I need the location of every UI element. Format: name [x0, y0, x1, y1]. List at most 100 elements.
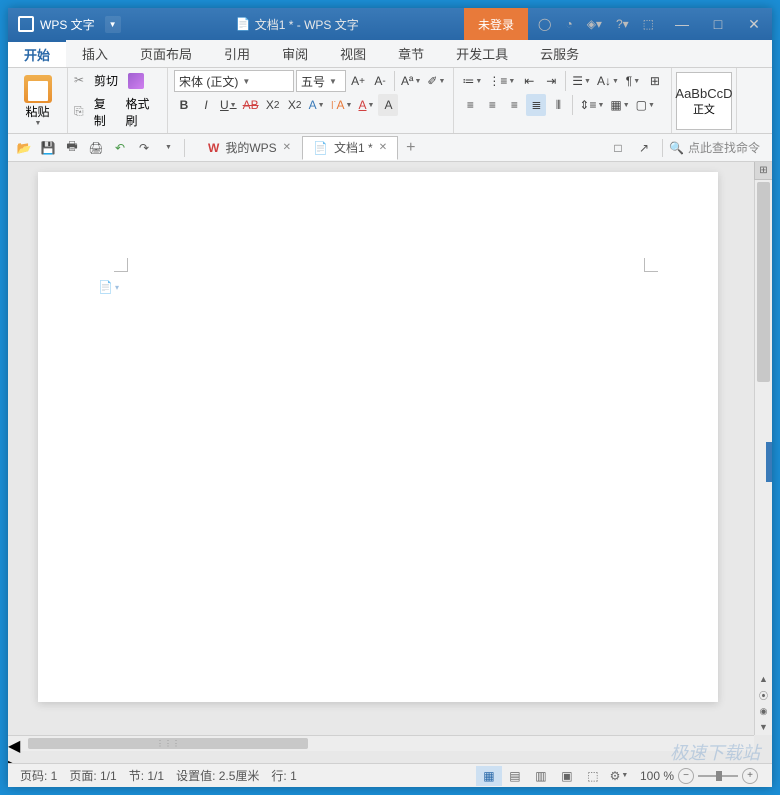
zoom-value[interactable]: 100 %	[640, 769, 674, 783]
status-line[interactable]: 行: 1	[265, 767, 302, 784]
character-shading-button[interactable]: A	[378, 94, 398, 116]
horizontal-scrollbar[interactable]: ◀ ⋮⋮⋮ ▶	[8, 735, 754, 751]
view-web[interactable]: ▥	[528, 766, 554, 786]
scroll-thumb[interactable]	[757, 182, 770, 382]
help-icon[interactable]: ?▾	[610, 13, 635, 35]
redo-button[interactable]: ↷	[132, 137, 156, 159]
fullscreen-icon[interactable]: ⬚	[637, 13, 660, 35]
open-button[interactable]: 📂	[12, 137, 36, 159]
text-direction-button[interactable]: ☰▼	[570, 70, 593, 92]
paste-button[interactable]: 粘贴▼	[24, 75, 52, 127]
bold-button[interactable]: B	[174, 94, 194, 116]
tab-close-icon[interactable]: ✕	[283, 142, 291, 153]
tab-insert[interactable]: 插入	[66, 40, 124, 67]
copy-button[interactable]: ⎘ 复制 格式刷	[72, 93, 163, 131]
status-section[interactable]: 节: 1/1	[123, 767, 170, 784]
scroll-left-icon[interactable]: ◀	[8, 736, 22, 756]
sort-button[interactable]: A↓▼	[595, 70, 621, 92]
app-menu[interactable]: WPS 文字 ▼	[8, 16, 131, 33]
scroll-thumb-h[interactable]: ⋮⋮⋮	[28, 738, 308, 749]
zoom-slider[interactable]	[698, 775, 738, 777]
tabs-button[interactable]: ⊞	[645, 70, 665, 92]
underline-button[interactable]: U▼	[218, 94, 239, 116]
login-button[interactable]: 未登录	[464, 8, 528, 40]
share-button[interactable]: ↗	[632, 137, 656, 159]
cut-button[interactable]: ✂ 剪切	[72, 70, 163, 91]
cloud-icon[interactable]: ◔	[559, 13, 578, 35]
tab-close-icon[interactable]: ✕	[379, 142, 387, 153]
font-color-button[interactable]: A▼	[356, 94, 376, 116]
tab-references[interactable]: 引用	[208, 40, 266, 67]
font-name-combo[interactable]: 宋体 (正文) ▼	[174, 70, 294, 92]
print-button[interactable]: 🖨	[84, 137, 108, 159]
scroll-up-icon[interactable]: ▲	[755, 671, 772, 687]
clear-format-button[interactable]: ✐▼	[425, 70, 447, 92]
shrink-font-button[interactable]: A-	[370, 70, 390, 92]
font-size-combo[interactable]: 五号 ▼	[296, 70, 346, 92]
text-effects-button[interactable]: A▼	[307, 94, 327, 116]
minimize-button[interactable]: —	[664, 8, 700, 40]
skin-icon[interactable]: ◈▾	[581, 13, 608, 35]
save-button[interactable]: 💾	[36, 137, 60, 159]
increase-indent-button[interactable]: ⇥	[541, 70, 561, 92]
align-center-button[interactable]: ≡	[482, 94, 502, 116]
strikethrough-button[interactable]: AB	[241, 94, 261, 116]
grow-font-button[interactable]: A+	[348, 70, 368, 92]
qa-dropdown[interactable]: ▼	[156, 137, 180, 159]
view-reading[interactable]: ▣	[554, 766, 580, 786]
app-menu-dropdown-icon[interactable]: ▼	[105, 16, 121, 33]
view-fullscreen[interactable]: ⬚	[580, 766, 606, 786]
italic-button[interactable]: I	[196, 94, 216, 116]
ruler-toggle[interactable]: ⊞	[754, 162, 772, 180]
tab-my-wps[interactable]: W 我的WPS ✕	[197, 136, 302, 160]
align-right-button[interactable]: ≡	[504, 94, 524, 116]
command-search[interactable]: 🔍 点此查找命令	[669, 139, 760, 156]
tab-cloud[interactable]: 云服务	[524, 40, 595, 67]
numbering-button[interactable]: ⋮≡▼	[486, 70, 517, 92]
tab-home[interactable]: 开始	[8, 40, 66, 67]
maximize-button[interactable]: □	[700, 8, 736, 40]
tab-developer[interactable]: 开发工具	[440, 40, 524, 67]
shading-button[interactable]: ▦▼	[608, 94, 631, 116]
status-set-value[interactable]: 设置值: 2.5厘米	[170, 767, 265, 784]
tab-page-layout[interactable]: 页面布局	[124, 40, 208, 67]
highlight-button[interactable]: ꜍A▼	[329, 94, 355, 116]
zoom-out-button[interactable]: −	[678, 768, 694, 784]
close-button[interactable]: ✕	[736, 8, 772, 40]
tab-review[interactable]: 审阅	[266, 40, 324, 67]
side-panel-toggle[interactable]	[766, 442, 772, 482]
subscript-button[interactable]: X2	[285, 94, 305, 116]
status-page-number[interactable]: 页码: 1	[14, 767, 63, 784]
display-button[interactable]: □	[606, 137, 630, 159]
undo-button[interactable]: ↶	[108, 137, 132, 159]
print-preview-button[interactable]: 🖶	[60, 137, 84, 159]
superscript-button[interactable]: X2	[263, 94, 283, 116]
document-page[interactable]: 📄▾	[38, 172, 718, 702]
line-spacing-button[interactable]: ⇕≡▼	[577, 94, 606, 116]
change-case-button[interactable]: Aª▼	[399, 70, 423, 92]
window-controls: — □ ✕	[664, 8, 772, 40]
status-page-count[interactable]: 页面: 1/1	[63, 767, 122, 784]
tab-section[interactable]: 章节	[382, 40, 440, 67]
align-left-button[interactable]: ≡	[460, 94, 480, 116]
decrease-indent-button[interactable]: ⇤	[519, 70, 539, 92]
bullets-button[interactable]: ≔▼	[460, 70, 484, 92]
show-marks-button[interactable]: ¶▼	[623, 70, 643, 92]
align-justify-button[interactable]: ≣	[526, 94, 546, 116]
style-normal[interactable]: AaBbCcD 正文	[676, 72, 732, 130]
tab-view[interactable]: 视图	[324, 40, 382, 67]
scroll-right-icon[interactable]: ▶	[8, 756, 22, 763]
distribute-button[interactable]: ⫴	[548, 94, 568, 116]
section-icon[interactable]: 📄▾	[98, 280, 119, 294]
zoom-in-button[interactable]: +	[742, 768, 758, 784]
view-settings[interactable]: ⚙▼	[606, 766, 632, 786]
page-up-icon[interactable]: ⦿	[755, 687, 772, 703]
tab-document-1[interactable]: 📄 文档1 * ✕	[302, 136, 398, 160]
new-tab-button[interactable]: +	[398, 139, 423, 157]
view-print-layout[interactable]: ▦	[476, 766, 502, 786]
sync-icon[interactable]: ◯	[532, 13, 557, 35]
browse-object-icon[interactable]: ◉	[755, 703, 772, 719]
view-outline[interactable]: ▤	[502, 766, 528, 786]
scroll-down-icon[interactable]: ▼	[755, 719, 772, 735]
borders-button[interactable]: ▢▼	[634, 94, 657, 116]
